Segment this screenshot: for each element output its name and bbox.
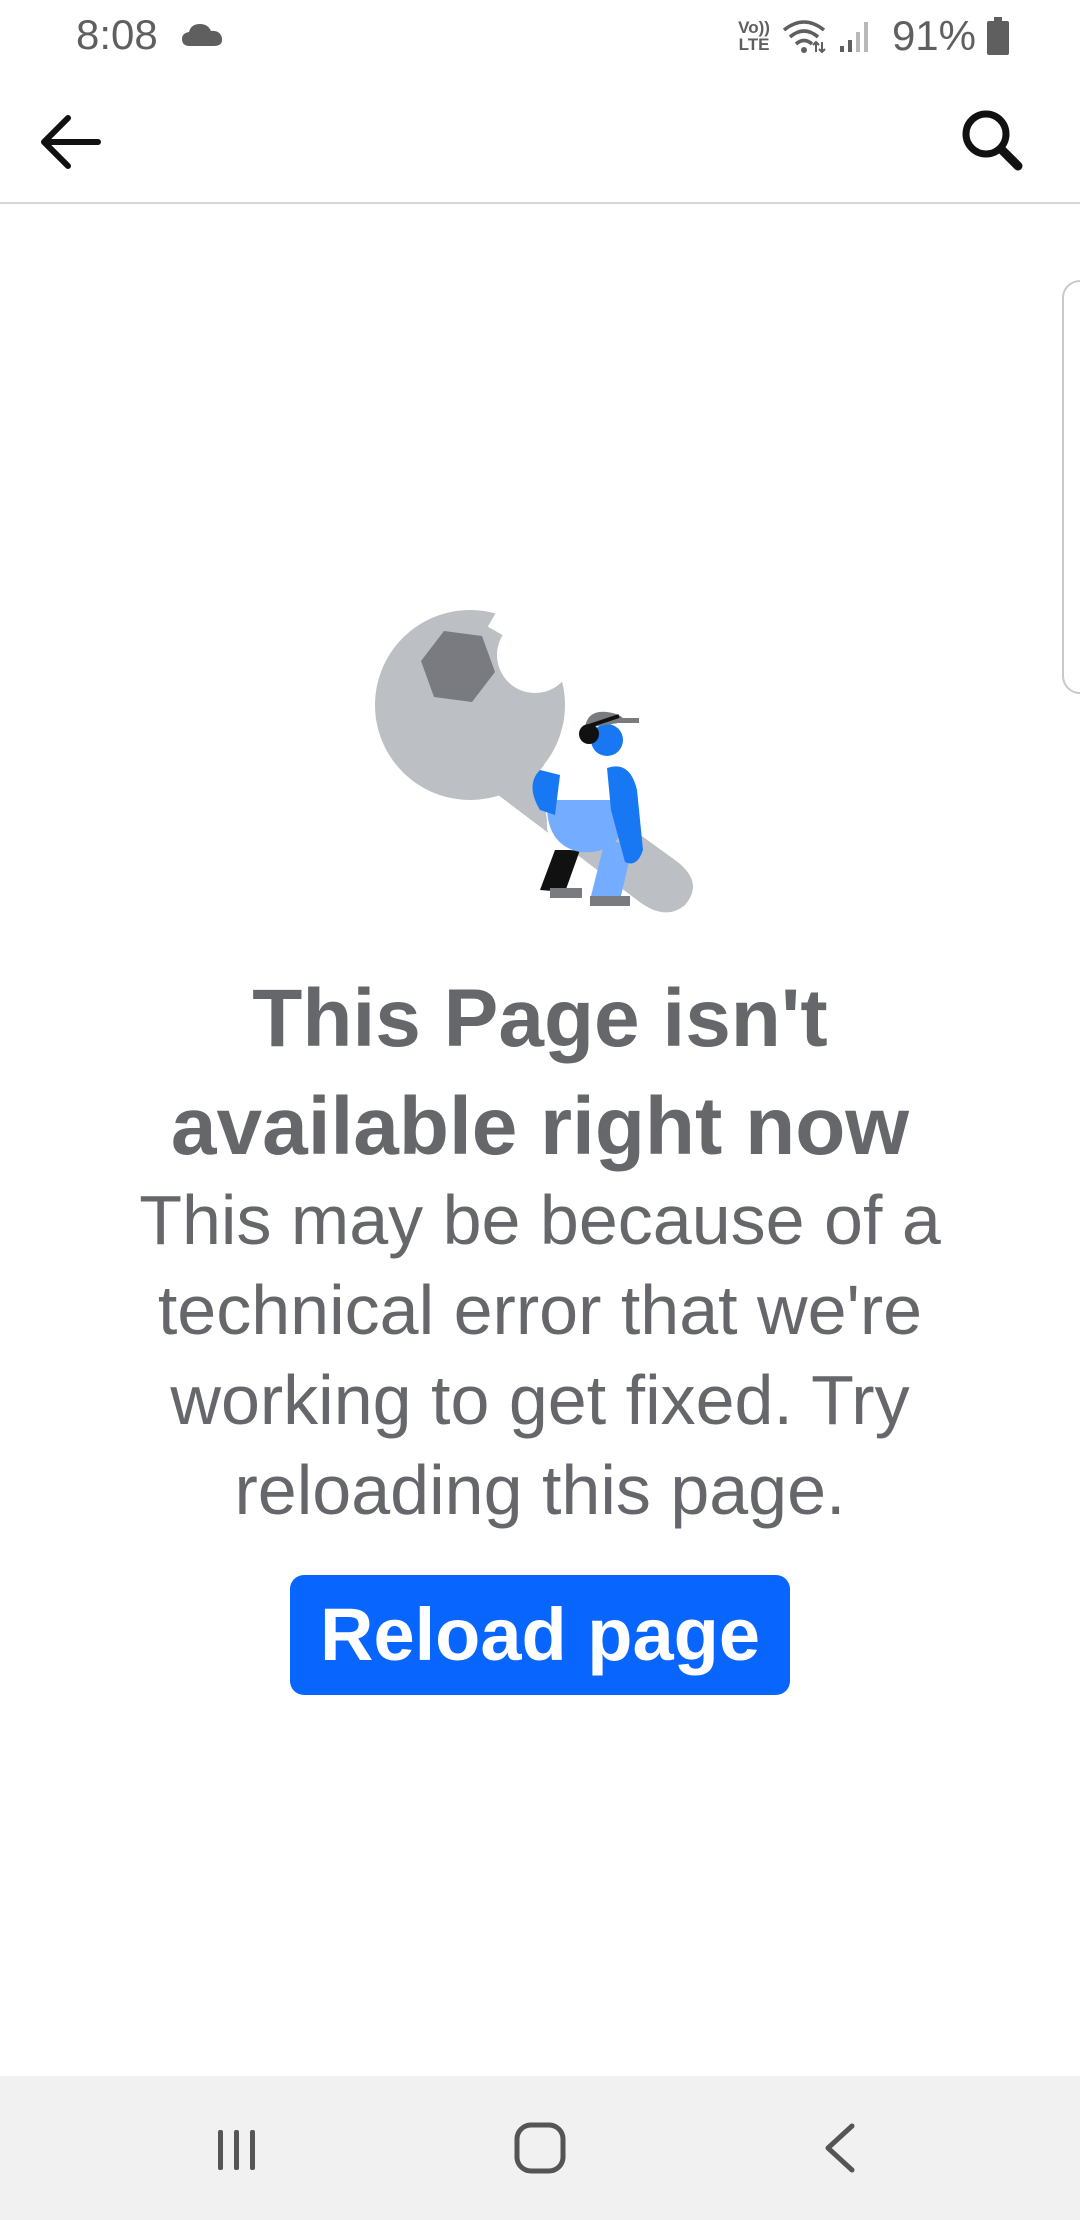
arrow-left-icon <box>41 115 101 169</box>
signal-icon <box>839 22 868 52</box>
error-title-line: This Page isn't <box>252 973 828 1064</box>
system-navigation-bar <box>0 2076 1080 2220</box>
search-icon <box>962 110 1023 171</box>
battery-percentage: 91% <box>891 12 976 59</box>
error-title-line: available right now <box>170 1081 910 1172</box>
status-time: 8:08 <box>76 11 158 58</box>
wifi-icon <box>782 20 826 54</box>
status-bar: 8:08 Vo)) LTE 91% <box>0 0 1080 72</box>
error-description: This may be because of a technical error… <box>80 1175 1000 1535</box>
app-header <box>0 72 1080 204</box>
nav-back-icon[interactable] <box>818 2122 864 2174</box>
volte-top-label: Vo)) <box>738 18 770 37</box>
edge-panel-handle[interactable] <box>1062 280 1080 694</box>
error-title: This Page isn't available right now <box>90 965 990 1181</box>
battery-icon <box>987 17 1009 55</box>
error-description-line: technical error that we're <box>157 1271 923 1349</box>
back-button[interactable] <box>34 106 106 178</box>
reload-page-button[interactable]: Reload page <box>290 1575 790 1695</box>
error-description-line: This may be because of a <box>139 1181 941 1259</box>
search-button[interactable] <box>952 100 1032 180</box>
cloud-icon <box>182 24 223 46</box>
error-description-line: reloading this page. <box>234 1451 846 1529</box>
home-icon[interactable] <box>512 2120 568 2176</box>
status-icons: Vo)) LTE 91% <box>738 10 1010 62</box>
recents-icon[interactable] <box>212 2124 262 2174</box>
error-description-line: working to get fixed. Try <box>170 1361 910 1439</box>
maintenance-wrench-illustration <box>375 600 693 913</box>
volte-indicator: Vo)) LTE <box>738 19 770 53</box>
volte-bottom-label: LTE <box>738 35 770 54</box>
